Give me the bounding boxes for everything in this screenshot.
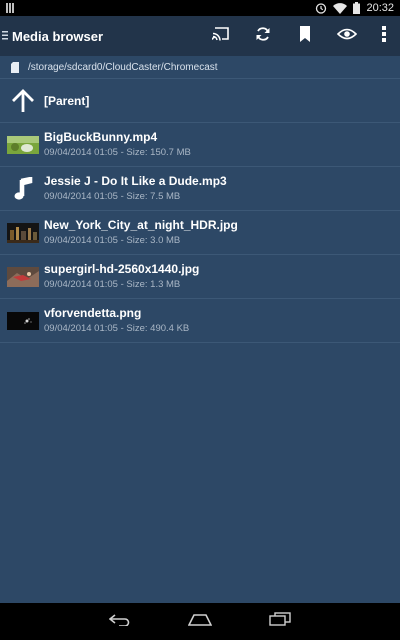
current-path: /storage/sdcard0/CloudCaster/Chromecast <box>28 61 218 73</box>
recents-button[interactable] <box>255 603 305 640</box>
cast-button[interactable] <box>200 16 242 56</box>
refresh-button[interactable] <box>242 16 284 56</box>
list-item[interactable]: BigBuckBunny.mp4 09/04/2014 01:05 - Size… <box>0 123 400 167</box>
list-item[interactable]: Jessie J - Do It Like a Dude.mp3 09/04/2… <box>0 167 400 211</box>
parent-folder-row[interactable]: [Parent] <box>0 79 400 123</box>
file-meta: 09/04/2014 01:05 - Size: 7.5 MB <box>44 191 181 202</box>
image-thumbnail <box>7 310 39 332</box>
status-bar: 20:32 <box>0 0 400 16</box>
music-note-icon <box>7 176 39 200</box>
refresh-icon <box>255 26 271 47</box>
list-item[interactable]: supergirl-hd-2560x1440.jpg 09/04/2014 01… <box>0 255 400 299</box>
home-button[interactable] <box>175 603 225 640</box>
image-thumbnail <box>7 266 39 288</box>
navigation-bar <box>0 603 400 640</box>
file-name: BigBuckBunny.mp4 <box>44 130 158 144</box>
overflow-menu-button[interactable] <box>368 16 400 56</box>
notification-icon <box>6 3 14 13</box>
file-name: New_York_City_at_night_HDR.jpg <box>44 218 238 232</box>
app-title: Media browser <box>12 28 104 44</box>
file-name: Jessie J - Do It Like a Dude.mp3 <box>44 174 227 188</box>
file-name: supergirl-hd-2560x1440.jpg <box>44 262 200 276</box>
file-name: vforvendetta.png <box>44 306 142 320</box>
list-item[interactable]: vforvendetta.png 09/04/2014 01:05 - Size… <box>0 299 400 343</box>
drawer-toggle[interactable]: Media browser <box>0 27 103 45</box>
cast-icon <box>211 26 230 46</box>
recents-icon <box>269 612 291 631</box>
alarm-icon <box>315 2 327 14</box>
file-list: [Parent] BigBuckBunny.mp4 09/04/2014 01:… <box>0 79 400 343</box>
file-meta: 09/04/2014 01:05 - Size: 150.7 MB <box>44 147 191 158</box>
wifi-icon <box>333 2 348 14</box>
status-time: 20:32 <box>366 2 394 14</box>
action-bar: Media browser <box>0 16 400 56</box>
file-meta: 09/04/2014 01:05 - Size: 1.3 MB <box>44 279 181 290</box>
eye-icon <box>336 27 358 45</box>
video-thumbnail <box>7 134 39 156</box>
list-item[interactable]: New_York_City_at_night_HDR.jpg 09/04/201… <box>0 211 400 255</box>
home-icon <box>187 613 213 631</box>
image-thumbnail <box>7 222 39 244</box>
up-arrow-icon <box>7 88 39 112</box>
bookmark-button[interactable] <box>284 16 326 56</box>
app-screen: 20:32 Media browser /storage/sdcard0/Clo… <box>0 0 400 640</box>
drawer-menu-icon <box>2 27 8 45</box>
parent-label: [Parent] <box>44 93 90 108</box>
bookmark-icon <box>300 25 310 47</box>
overflow-menu-icon <box>382 25 386 47</box>
path-bar: /storage/sdcard0/CloudCaster/Chromecast <box>0 56 400 79</box>
file-meta: 09/04/2014 01:05 - Size: 490.4 KB <box>44 323 190 334</box>
battery-icon <box>353 2 361 14</box>
back-button[interactable] <box>95 603 145 640</box>
file-meta: 09/04/2014 01:05 - Size: 3.0 MB <box>44 235 181 246</box>
sd-card-icon <box>11 61 19 73</box>
view-button[interactable] <box>326 16 368 56</box>
back-icon <box>108 613 131 631</box>
